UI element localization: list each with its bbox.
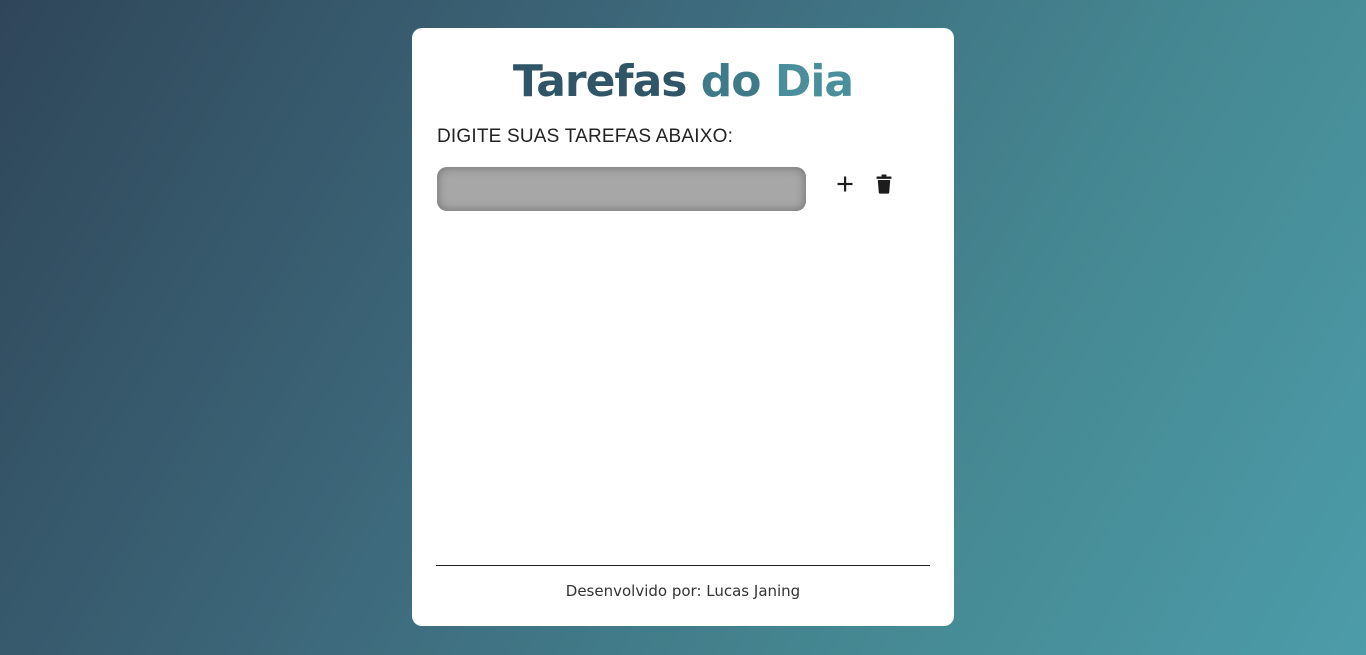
delete-tasks-button[interactable] (870, 170, 898, 198)
page-title: Tarefas do Dia (412, 54, 954, 110)
todo-card: Tarefas do Dia DIGITE SUAS TAREFAS ABAIX… (412, 28, 954, 626)
instructions-label: DIGITE SUAS TAREFAS ABAIXO: (437, 126, 734, 147)
title-word-2: do (700, 56, 775, 107)
footer-credits: Desenvolvido por: Lucas Janing (565, 582, 801, 600)
footer-divider (436, 565, 930, 566)
title-word-3: Dia (774, 56, 854, 107)
title-word-1: Tarefas (512, 56, 701, 107)
task-input[interactable] (437, 167, 806, 211)
plus-icon (837, 176, 853, 192)
add-task-button[interactable] (831, 170, 859, 198)
trash-icon (876, 174, 892, 194)
